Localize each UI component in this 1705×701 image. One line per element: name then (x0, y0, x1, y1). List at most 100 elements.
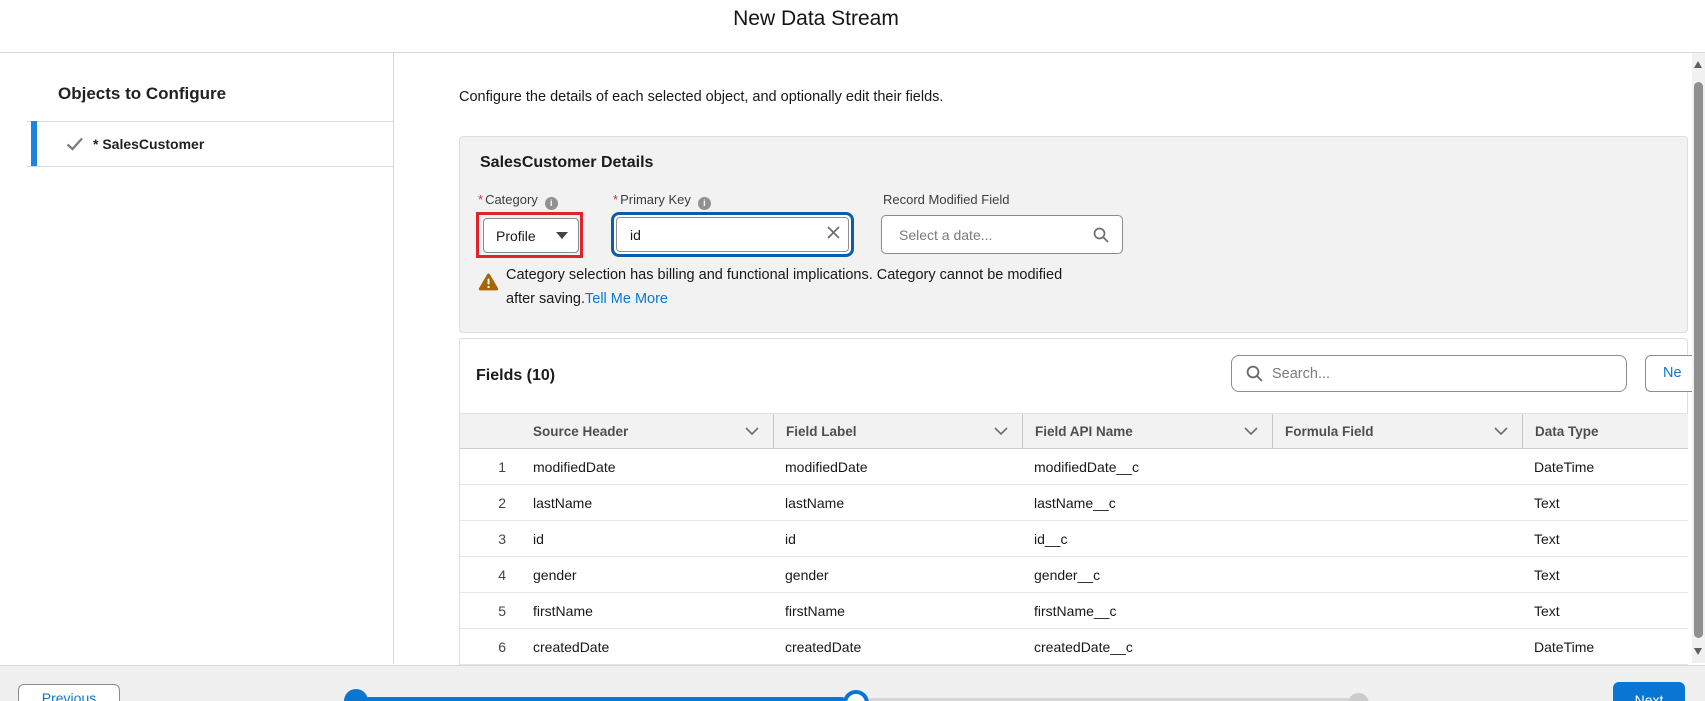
cell-formula-field (1272, 449, 1522, 484)
objects-to-configure-heading: Objects to Configure (58, 84, 226, 104)
cell-formula-field (1272, 593, 1522, 628)
record-modified-date-input[interactable] (882, 227, 1093, 243)
salescustomer-details-card: SalesCustomer Details *Categoryi *Primar… (459, 136, 1688, 333)
scrollbar-thumb[interactable] (1694, 82, 1703, 638)
previous-button[interactable]: Previous (18, 684, 120, 701)
table-row[interactable]: 1 modifiedDate modifiedDate modifiedDate… (460, 449, 1688, 485)
fields-card: Fields (10) Ne Source Header Field Label… (459, 338, 1688, 665)
column-header-field-api-name[interactable]: Field API Name (1022, 414, 1272, 448)
fields-table-header: Source Header Field Label Field API Name… (460, 413, 1688, 449)
chevron-down-icon[interactable] (745, 427, 759, 435)
primary-key-field-focus-ring (611, 212, 854, 257)
category-dropdown[interactable]: Profile (483, 218, 579, 253)
category-dropdown-value: Profile (496, 228, 536, 244)
cell-field-api-name: createdDate__c (1022, 629, 1272, 664)
cell-source-header: modifiedDate (521, 449, 773, 484)
cell-data-type: DateTime (1522, 449, 1688, 484)
table-row[interactable]: 2 lastName lastName lastName__c Text (460, 485, 1688, 521)
cell-field-api-name: modifiedDate__c (1022, 449, 1272, 484)
cell-source-header: createdDate (521, 629, 773, 664)
fields-search-input[interactable] (1272, 366, 1626, 382)
record-modified-field-label: Record Modified Field (883, 192, 1009, 207)
new-data-stream-page: New Data Stream Objects to Configure * S… (0, 0, 1705, 701)
table-row[interactable]: 4 gender gender gender__c Text (460, 557, 1688, 593)
cell-field-label: id (773, 521, 1022, 556)
column-header-data-type[interactable]: Data Type (1522, 414, 1688, 448)
search-icon[interactable] (1093, 227, 1109, 243)
required-star: * (478, 192, 483, 207)
chevron-down-icon[interactable] (1494, 427, 1508, 435)
row-number: 1 (460, 449, 521, 484)
fields-table-body: 1 modifiedDate modifiedDate modifiedDate… (460, 449, 1688, 665)
cell-data-type: Text (1522, 485, 1688, 520)
category-label: *Categoryi (478, 192, 558, 210)
info-icon[interactable]: i (698, 197, 711, 210)
record-modified-date-field (881, 215, 1123, 254)
sidebar-item-label[interactable]: * SalesCustomer (93, 136, 204, 152)
intro-text: Configure the details of each selected o… (459, 89, 943, 105)
cell-data-type: Text (1522, 593, 1688, 628)
cell-source-header: gender (521, 557, 773, 592)
warning-line-1: Category selection has billing and funct… (506, 264, 1062, 288)
table-row[interactable]: 3 id id id__c Text (460, 521, 1688, 557)
dropdown-caret-icon (556, 232, 568, 239)
warning-icon (478, 273, 499, 296)
new-field-button[interactable]: Ne (1645, 355, 1694, 392)
row-number: 2 (460, 485, 521, 520)
scroll-up-arrow-icon[interactable] (1694, 61, 1702, 68)
cell-source-header: firstName (521, 593, 773, 628)
info-icon[interactable]: i (545, 197, 558, 210)
check-icon (66, 137, 84, 156)
table-row[interactable]: 5 firstName firstName firstName__c Text (460, 593, 1688, 629)
clear-icon[interactable] (818, 226, 848, 244)
row-number: 4 (460, 557, 521, 592)
row-number: 6 (460, 629, 521, 664)
cell-field-label: lastName (773, 485, 1022, 520)
cell-field-label: createdDate (773, 629, 1022, 664)
tell-me-more-link[interactable]: Tell Me More (585, 291, 668, 307)
primary-key-input[interactable] (617, 227, 818, 243)
scroll-down-arrow-icon[interactable] (1694, 648, 1702, 655)
progress-line-upcoming (869, 698, 1349, 701)
vertical-scrollbar[interactable] (1692, 53, 1705, 663)
cell-source-header: lastName (521, 485, 773, 520)
chevron-down-icon[interactable] (1244, 427, 1258, 435)
cell-data-type: DateTime (1522, 629, 1688, 664)
cell-field-label: modifiedDate (773, 449, 1022, 484)
cell-data-type: Text (1522, 521, 1688, 556)
cell-field-api-name: firstName__c (1022, 593, 1272, 628)
selected-item-accent-bar (31, 121, 37, 166)
row-number: 3 (460, 521, 521, 556)
column-header-field-label[interactable]: Field Label (773, 414, 1022, 448)
warning-line-2: after saving.Tell Me More (506, 288, 1062, 312)
chevron-down-icon[interactable] (994, 427, 1008, 435)
category-warning-message: Category selection has billing and funct… (506, 264, 1062, 311)
progress-line-completed (366, 697, 844, 701)
table-row[interactable]: 6 createdDate createdDate createdDate__c… (460, 629, 1688, 665)
title-divider (0, 52, 1705, 53)
details-heading: SalesCustomer Details (480, 154, 653, 172)
panel-divider (393, 53, 394, 664)
row-number: 5 (460, 593, 521, 628)
cell-field-api-name: gender__c (1022, 557, 1272, 592)
cell-source-header: id (521, 521, 773, 556)
sidebar-divider-bottom (27, 166, 393, 167)
fields-search-box (1231, 355, 1627, 392)
cell-field-api-name: id__c (1022, 521, 1272, 556)
row-number-column-header (460, 414, 521, 448)
column-header-formula-field[interactable]: Formula Field (1272, 414, 1522, 448)
column-header-source-header[interactable]: Source Header (521, 414, 773, 448)
next-button[interactable]: Next (1613, 682, 1685, 701)
cell-field-label: gender (773, 557, 1022, 592)
page-title: New Data Stream (733, 7, 899, 31)
required-star: * (613, 192, 618, 207)
fields-heading: Fields (10) (476, 367, 555, 385)
primary-key-label: *Primary Keyi (613, 192, 711, 210)
cell-field-label: firstName (773, 593, 1022, 628)
cell-formula-field (1272, 485, 1522, 520)
search-icon (1246, 365, 1263, 382)
cell-data-type: Text (1522, 557, 1688, 592)
cell-formula-field (1272, 521, 1522, 556)
cell-formula-field (1272, 557, 1522, 592)
cell-formula-field (1272, 629, 1522, 664)
